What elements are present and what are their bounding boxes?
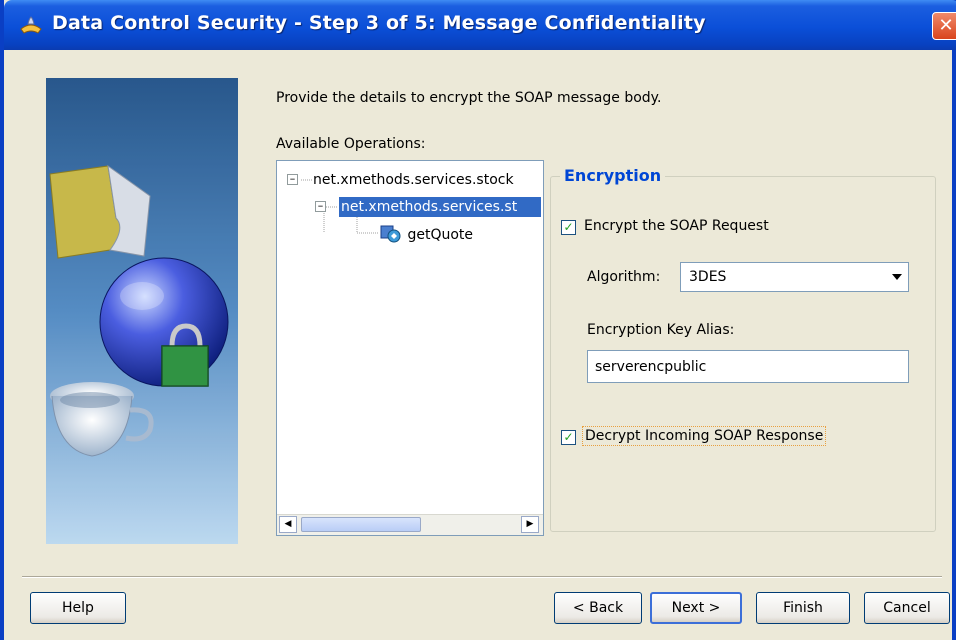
title-bar[interactable]: Data Control Security - Step 3 of 5: Mes… [4, 0, 956, 50]
wizard-illustration [46, 78, 238, 544]
operation-icon [380, 225, 401, 243]
algorithm-value: 3DES [689, 269, 727, 285]
tree-node-service[interactable]: net.xmethods.services.st [339, 197, 543, 223]
footer-separator [22, 576, 942, 578]
dropdown-arrow-icon [892, 274, 902, 280]
scroll-right-arrow-icon[interactable]: ▶ [521, 516, 539, 533]
tree-node-operation[interactable]: getQuote [379, 223, 473, 245]
scroll-left-arrow-icon[interactable]: ◀ [279, 516, 297, 533]
horizontal-scrollbar[interactable]: ◀ ▶ [277, 514, 543, 535]
tree-node-label: getQuote [407, 227, 474, 243]
intro-text: Provide the details to encrypt the SOAP … [276, 90, 662, 106]
finish-button[interactable]: Finish [756, 592, 850, 624]
tree-node-root[interactable]: net.xmethods.services.stock [313, 170, 514, 190]
algorithm-select[interactable]: 3DES [680, 262, 909, 292]
available-operations-label: Available Operations: [276, 136, 426, 152]
dialog-window: Data Control Security - Step 3 of 5: Mes… [0, 0, 956, 640]
back-button[interactable]: < Back [554, 592, 642, 624]
tree-node-label: net.xmethods.services.st [339, 197, 541, 217]
app-icon [20, 16, 42, 34]
help-button[interactable]: Help [30, 592, 126, 624]
key-alias-label: Encryption Key Alias: [587, 322, 735, 338]
tree-collapse-icon[interactable]: – [287, 173, 298, 185]
close-icon: ✕ [938, 15, 954, 36]
tree-collapse-icon[interactable]: – [315, 200, 326, 212]
key-alias-input[interactable]: serverencpublic [587, 350, 909, 383]
close-button[interactable]: ✕ [932, 12, 956, 40]
window-title: Data Control Security - Step 3 of 5: Mes… [52, 12, 706, 34]
tree-node-label: net.xmethods.services.stock [313, 172, 514, 188]
cancel-button[interactable]: Cancel [864, 592, 950, 624]
decrypt-response-checkbox[interactable]: ✓ [561, 430, 576, 445]
next-button[interactable]: Next > [650, 592, 742, 624]
encrypt-request-label[interactable]: Encrypt the SOAP Request [584, 218, 769, 234]
operations-tree[interactable]: – net.xmethods.services.stock – net.xmet… [276, 160, 544, 536]
decrypt-response-label[interactable]: Decrypt Incoming SOAP Response [581, 426, 827, 446]
encrypt-request-checkbox[interactable]: ✓ [561, 220, 576, 235]
algorithm-label: Algorithm: [587, 269, 661, 285]
encryption-legend: Encryption [560, 166, 666, 185]
scroll-thumb[interactable] [301, 517, 421, 532]
